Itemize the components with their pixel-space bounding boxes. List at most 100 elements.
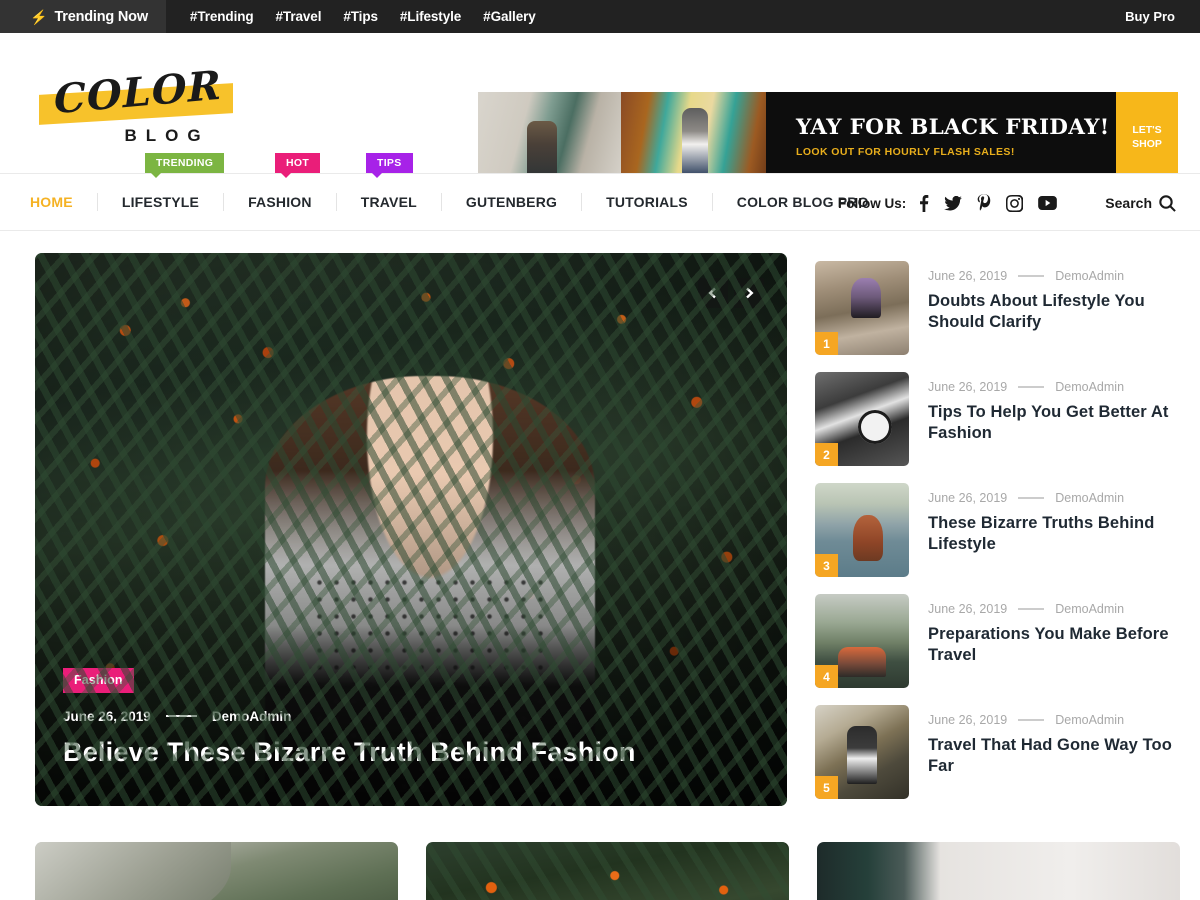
hero-title[interactable]: Believe These Bizarre Truth Behind Fashi… [63,736,747,768]
hero-gradient-overlay [35,253,787,806]
hero-slider-controls [698,278,764,308]
trending-now-label: Trending Now [54,8,148,25]
follow-us-label: Follow Us: [838,195,907,211]
twitter-icon[interactable] [944,195,963,211]
post-meta: June 26, 2019 DemoAdmin [928,491,1180,505]
nav-item-lifestyle[interactable]: LIFESTYLE [98,193,225,211]
post-date: June 26, 2019 [928,713,1008,727]
post-thumbnail[interactable]: 2 [815,372,909,466]
pinterest-icon[interactable] [977,194,991,212]
facebook-icon[interactable] [919,194,929,212]
post-meta: June 26, 2019 DemoAdmin [928,713,1180,727]
post-meta: June 26, 2019 DemoAdmin [928,602,1180,616]
post-author[interactable]: DemoAdmin [1055,602,1124,616]
post-thumbnail[interactable]: 1 [815,261,909,355]
rank-badge: 1 [815,332,838,355]
meta-separator [1018,275,1045,277]
post-thumbnail[interactable]: 3 [815,483,909,577]
banner-cta-line2: SHOP [1132,138,1162,150]
list-item[interactable]: 2 June 26, 2019 DemoAdmin Tips To Help Y… [815,372,1180,466]
nav-badge-hot-label: HOT [286,157,310,169]
post-date: June 26, 2019 [928,491,1008,505]
nav-item-tutorials[interactable]: TUTORIALS [582,193,713,211]
main-content: Fashion June 26, 2019 DemoAdmin Believe … [0,231,1200,816]
post-body: June 26, 2019 DemoAdmin Travel That Had … [928,705,1180,799]
top-bar: ⚡ Trending Now #Trending #Travel #Tips #… [0,0,1200,33]
meta-separator [1018,719,1045,721]
post-thumbnail[interactable]: 4 [815,594,909,688]
meta-separator [165,715,197,718]
hero-author[interactable]: DemoAdmin [212,709,292,724]
nav-badge-tips: TIPS [366,153,413,178]
youtube-icon[interactable] [1038,196,1058,210]
hero-category-badge[interactable]: Fashion [63,667,134,693]
search-button[interactable]: Search [1105,194,1176,212]
list-item[interactable]: 3 June 26, 2019 DemoAdmin These Bizarre … [815,483,1180,577]
popular-posts-list: 1 June 26, 2019 DemoAdmin Doubts About L… [815,253,1180,816]
nav-right-group: Follow Us: Search [838,174,1176,232]
hero-slider[interactable]: Fashion June 26, 2019 DemoAdmin Believe … [35,253,787,806]
post-card-row [0,816,1200,900]
hero-meta: June 26, 2019 DemoAdmin [63,709,747,724]
post-author[interactable]: DemoAdmin [1055,713,1124,727]
lightning-bolt-icon: ⚡ [30,8,48,25]
post-body: June 26, 2019 DemoAdmin Doubts About Lif… [928,261,1180,355]
main-navigation: TRENDING HOT TIPS HOME LIFESTYLE FASHION… [0,153,1200,232]
banner-cta-line1: LET'S [1132,123,1162,136]
post-card-3[interactable] [817,842,1180,900]
nav-badge-trending: TRENDING [145,153,225,178]
nav-badge-tips-label: TIPS [377,157,402,169]
chevron-right-icon [746,287,754,299]
tag-link-trending[interactable]: #Trending [190,9,254,24]
post-body: June 26, 2019 DemoAdmin These Bizarre Tr… [928,483,1180,577]
post-title[interactable]: Doubts About Lifestyle You Should Clarif… [928,291,1180,332]
slider-prev-button[interactable] [698,278,728,308]
hero-caption: Fashion June 26, 2019 DemoAdmin Believe … [63,667,747,768]
tag-link-gallery[interactable]: #Gallery [483,9,536,24]
list-item[interactable]: 5 June 26, 2019 DemoAdmin Travel That Ha… [815,705,1180,799]
site-logo[interactable]: COLOR BLOG [36,61,266,146]
post-card-1[interactable] [35,842,398,900]
slider-next-button[interactable] [734,278,764,308]
list-item[interactable]: 1 June 26, 2019 DemoAdmin Doubts About L… [815,261,1180,355]
nav-badge-hot: HOT [275,153,321,178]
list-item[interactable]: 4 June 26, 2019 DemoAdmin Preparations Y… [815,594,1180,688]
instagram-icon[interactable] [1006,194,1024,212]
chevron-left-icon [708,287,716,299]
banner-title: YAY FOR BLACK FRIDAY! [796,114,1110,140]
post-title[interactable]: These Bizarre Truths Behind Lifestyle [928,513,1180,554]
social-icon-list [919,194,1058,212]
search-label: Search [1105,195,1152,211]
nav-item-home[interactable]: HOME [30,193,98,211]
post-body: June 26, 2019 DemoAdmin Preparations You… [928,594,1180,688]
rank-badge: 2 [815,443,838,466]
meta-separator [1018,497,1045,499]
nav-item-fashion[interactable]: FASHION [224,193,337,211]
tag-link-lifestyle[interactable]: #Lifestyle [400,9,461,24]
rank-badge: 3 [815,554,838,577]
tag-link-tips[interactable]: #Tips [343,9,378,24]
meta-separator [1018,386,1045,388]
tag-link-travel[interactable]: #Travel [276,9,322,24]
meta-separator [1018,608,1045,610]
rank-badge: 4 [815,665,838,688]
post-author[interactable]: DemoAdmin [1055,491,1124,505]
hero-photo-subject [265,376,595,806]
post-title[interactable]: Tips To Help You Get Better At Fashion [928,402,1180,443]
post-date: June 26, 2019 [928,269,1008,283]
nav-item-gutenberg[interactable]: GUTENBERG [442,193,583,211]
post-meta: June 26, 2019 DemoAdmin [928,269,1180,283]
nav-badge-trending-label: TRENDING [156,157,214,169]
post-thumbnail[interactable]: 5 [815,705,909,799]
post-date: June 26, 2019 [928,380,1008,394]
rank-badge: 5 [815,776,838,799]
nav-badge-row: TRENDING HOT TIPS [0,153,1200,178]
post-title[interactable]: Travel That Had Gone Way Too Far [928,735,1180,776]
nav-item-travel[interactable]: TRAVEL [337,193,442,211]
post-author[interactable]: DemoAdmin [1055,380,1124,394]
post-title[interactable]: Preparations You Make Before Travel [928,624,1180,665]
post-card-2[interactable] [426,842,789,900]
post-author[interactable]: DemoAdmin [1055,269,1124,283]
hero-date: June 26, 2019 [63,708,151,724]
buy-pro-link[interactable]: Buy Pro [1125,0,1175,33]
